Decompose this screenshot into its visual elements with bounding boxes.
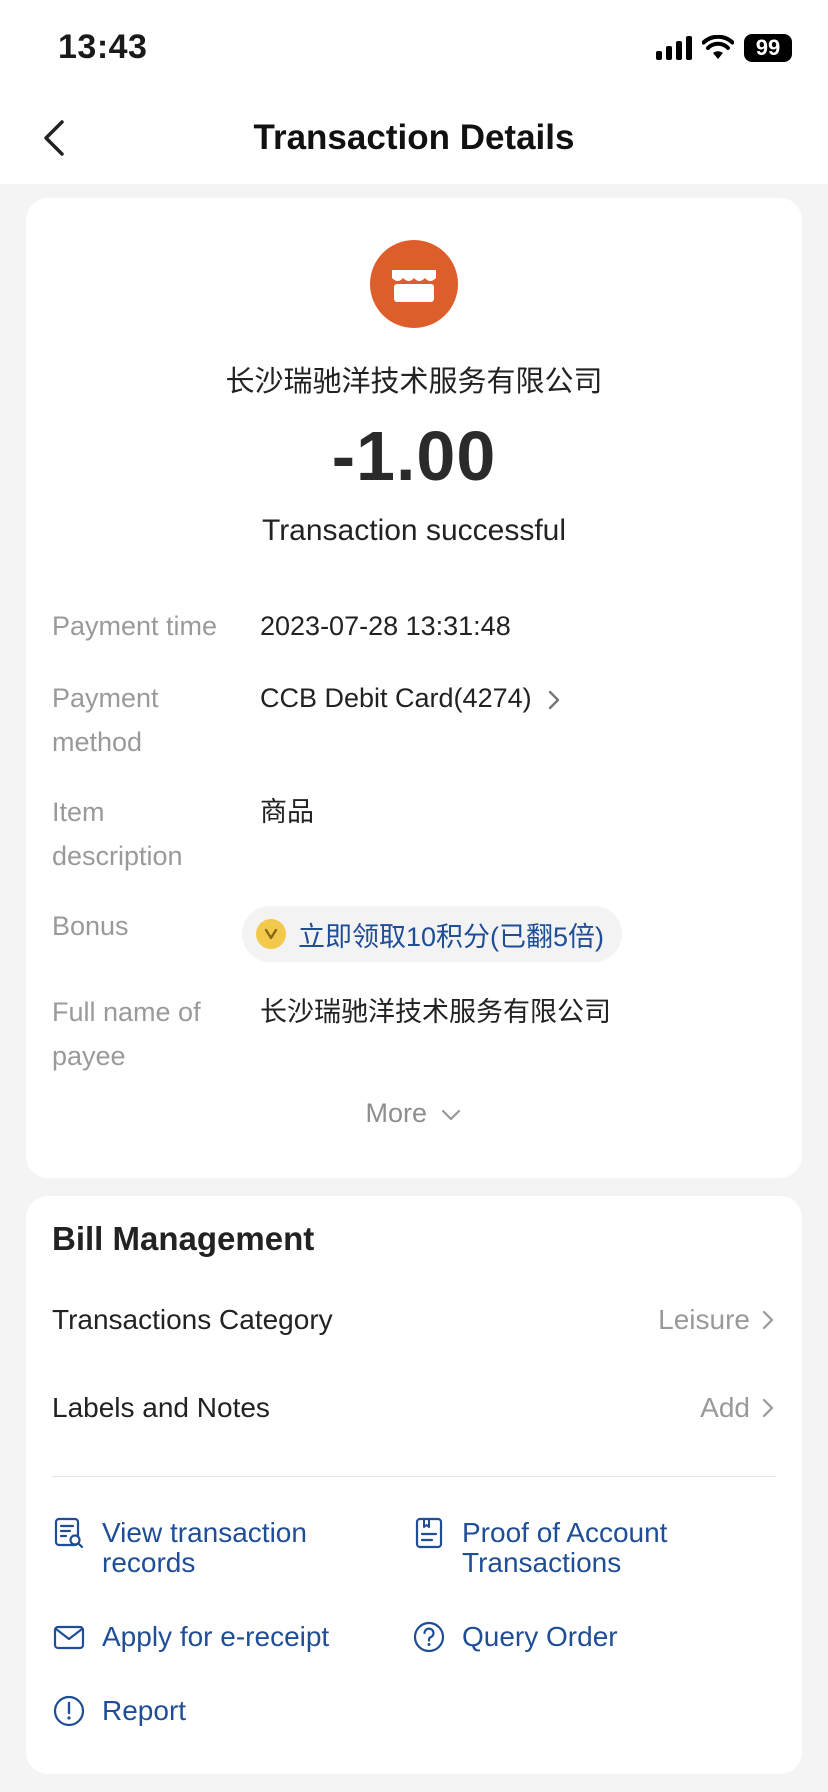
page-title: Transaction Details bbox=[253, 118, 575, 157]
query-order-button[interactable]: Query Order bbox=[412, 1622, 618, 1654]
store-icon bbox=[370, 240, 458, 328]
payment-method-label: Payment method bbox=[52, 683, 159, 757]
cellular-signal-icon bbox=[656, 36, 692, 60]
question-circle-icon bbox=[413, 1621, 445, 1653]
bill-management-title: Bill Management bbox=[52, 1220, 315, 1257]
labels-notes-label: Labels and Notes bbox=[52, 1392, 270, 1423]
envelope-icon bbox=[53, 1625, 85, 1650]
bonus-text: 立即领取10积分(已翻5倍) bbox=[298, 921, 605, 952]
bonus-label: Bonus bbox=[52, 911, 129, 941]
bonus-claim-button[interactable]: 立即领取10积分(已翻5倍) bbox=[242, 906, 623, 962]
proof-of-account-button[interactable]: Proof of Account Transactions bbox=[412, 1518, 667, 1578]
notes-value: Add bbox=[700, 1392, 750, 1423]
status-bar: 13:43 99 bbox=[0, 0, 828, 92]
report-button[interactable]: Report bbox=[52, 1696, 186, 1728]
wifi-icon bbox=[702, 35, 734, 59]
proof-of-account-label: Proof of Account Transactions bbox=[462, 1517, 668, 1578]
payment-time-label: Payment time bbox=[52, 611, 218, 641]
transactions-category-selector[interactable]: Leisure bbox=[658, 1304, 776, 1336]
bill-management-card: Bill Management Transactions Category Le… bbox=[26, 1196, 802, 1774]
view-transaction-records-label: View transaction records bbox=[102, 1517, 307, 1578]
status-icons: 99 bbox=[656, 34, 792, 62]
add-note-button[interactable]: Add bbox=[700, 1392, 776, 1424]
item-description-label: Item description bbox=[52, 797, 183, 871]
chevron-right-icon bbox=[548, 690, 560, 710]
payment-method-link[interactable]: CCB Debit Card(4274) bbox=[260, 676, 563, 720]
payment-method-value: CCB Debit Card(4274) bbox=[260, 683, 532, 713]
document-search-icon bbox=[54, 1517, 84, 1549]
apply-e-receipt-button[interactable]: Apply for e-receipt bbox=[52, 1622, 329, 1654]
transaction-status: Transaction successful bbox=[261, 514, 566, 547]
transaction-amount: -1.00 bbox=[331, 417, 497, 495]
battery-indicator: 99 bbox=[744, 34, 792, 62]
payment-time-value: 2023-07-28 13:31:48 bbox=[260, 611, 511, 641]
chevron-down-icon bbox=[441, 1109, 460, 1120]
query-order-label: Query Order bbox=[462, 1621, 618, 1652]
category-value: Leisure bbox=[658, 1304, 750, 1335]
divider bbox=[52, 1476, 776, 1477]
chevron-right-icon bbox=[762, 1310, 774, 1330]
view-transaction-records-button[interactable]: View transaction records bbox=[52, 1518, 307, 1578]
status-time: 13:43 bbox=[58, 28, 148, 66]
report-label: Report bbox=[102, 1695, 187, 1726]
transactions-category-label: Transactions Category bbox=[52, 1304, 333, 1335]
certificate-icon bbox=[415, 1517, 443, 1549]
apply-e-receipt-label: Apply for e-receipt bbox=[102, 1621, 330, 1652]
item-description-value: 商品 bbox=[260, 797, 314, 827]
transaction-card: 长沙瑞驰洋技术服务有限公司 -1.00 Transaction successf… bbox=[26, 198, 802, 1178]
chevron-right-icon bbox=[762, 1398, 774, 1418]
exclamation-circle-icon bbox=[53, 1695, 85, 1727]
more-label: More bbox=[365, 1098, 427, 1128]
payee-value: 长沙瑞驰洋技术服务有限公司 bbox=[260, 997, 611, 1027]
nav-bar: Transaction Details bbox=[0, 92, 828, 184]
merchant-name: 长沙瑞驰洋技术服务有限公司 bbox=[225, 366, 603, 398]
payee-label: Full name of payee bbox=[52, 997, 201, 1071]
coin-icon bbox=[256, 919, 286, 949]
more-button[interactable]: More bbox=[26, 1098, 802, 1129]
